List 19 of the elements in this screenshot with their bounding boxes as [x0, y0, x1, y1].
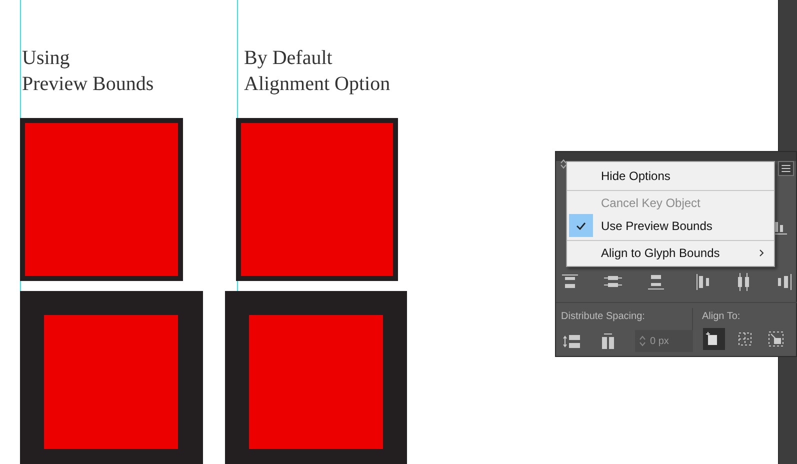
distribute-bottom-icon[interactable]	[647, 274, 665, 290]
distribute-left-icon[interactable]	[696, 273, 712, 291]
caption-text: By Default Alignment Option	[244, 46, 390, 97]
menu-item[interactable]: Use Preview Bounds	[567, 214, 774, 237]
stepper-icon[interactable]	[635, 330, 650, 352]
distribute-top-icon[interactable]	[561, 274, 579, 290]
menu-item[interactable]: Align to Glyph Bounds	[567, 240, 774, 264]
distribute-center-icon[interactable]	[604, 274, 622, 290]
distribute-right-icon[interactable]	[776, 273, 792, 291]
section-label: Distribute Spacing:	[561, 310, 645, 324]
menu-item[interactable]: Hide Options	[567, 164, 774, 187]
spacing-horizontal-icon[interactable]	[599, 332, 617, 350]
section-label: Align To:	[702, 310, 740, 324]
distribute-center-h-icon[interactable]	[736, 273, 752, 291]
spacing-vertical-icon[interactable]	[563, 332, 581, 350]
menu-icon[interactable]	[778, 161, 794, 176]
align-bottom-icon[interactable]	[773, 219, 787, 235]
caption-text: Using Preview Bounds	[22, 46, 154, 97]
collapse-icon[interactable]	[560, 158, 567, 168]
